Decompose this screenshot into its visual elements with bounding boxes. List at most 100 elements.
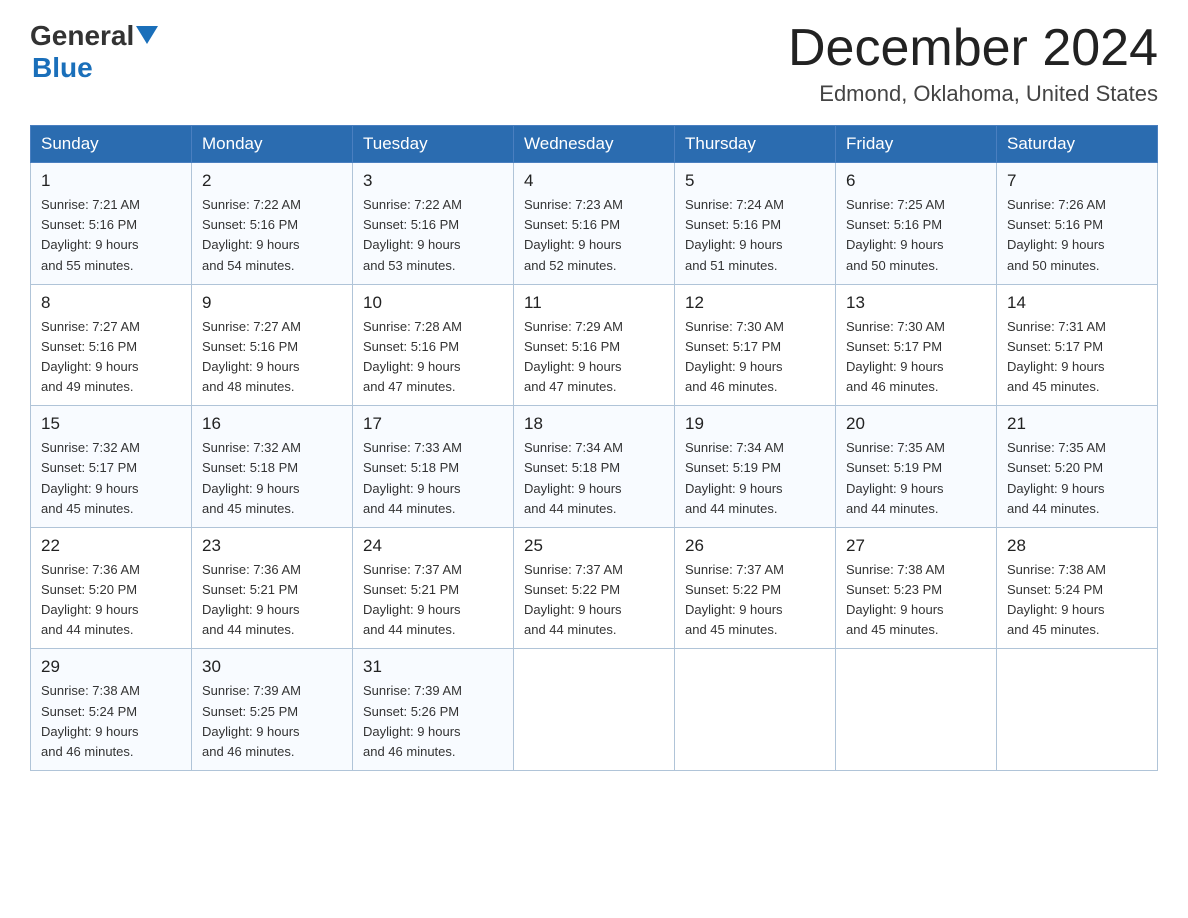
sunset-label: Sunset: 5:19 PM [846,460,942,475]
day-number: 19 [685,414,825,434]
table-row: 10 Sunrise: 7:28 AM Sunset: 5:16 PM Dayl… [353,284,514,406]
sunrise-label: Sunrise: 7:36 AM [41,562,140,577]
daylight-minutes: and 55 minutes. [41,258,134,273]
day-number: 2 [202,171,342,191]
day-info: Sunrise: 7:37 AM Sunset: 5:21 PM Dayligh… [363,560,503,641]
daylight-minutes: and 45 minutes. [202,501,295,516]
daylight-label: Daylight: 9 hours [1007,237,1105,252]
day-number: 30 [202,657,342,677]
day-info: Sunrise: 7:38 AM Sunset: 5:23 PM Dayligh… [846,560,986,641]
page-header: General Blue December 2024 Edmond, Oklah… [30,20,1158,107]
daylight-minutes: and 46 minutes. [685,379,778,394]
daylight-minutes: and 45 minutes. [685,622,778,637]
sunset-label: Sunset: 5:16 PM [363,339,459,354]
sunset-label: Sunset: 5:17 PM [685,339,781,354]
sunset-label: Sunset: 5:21 PM [202,582,298,597]
sunrise-label: Sunrise: 7:23 AM [524,197,623,212]
daylight-minutes: and 46 minutes. [41,744,134,759]
sunset-label: Sunset: 5:16 PM [846,217,942,232]
sunset-label: Sunset: 5:18 PM [363,460,459,475]
daylight-label: Daylight: 9 hours [1007,602,1105,617]
table-row: 16 Sunrise: 7:32 AM Sunset: 5:18 PM Dayl… [192,406,353,528]
daylight-minutes: and 45 minutes. [846,622,939,637]
sunset-label: Sunset: 5:16 PM [202,339,298,354]
daylight-minutes: and 44 minutes. [685,501,778,516]
daylight-minutes: and 44 minutes. [524,622,617,637]
day-number: 28 [1007,536,1147,556]
sunrise-label: Sunrise: 7:22 AM [363,197,462,212]
sunrise-label: Sunrise: 7:35 AM [846,440,945,455]
sunrise-label: Sunrise: 7:29 AM [524,319,623,334]
table-row: 22 Sunrise: 7:36 AM Sunset: 5:20 PM Dayl… [31,527,192,649]
sunrise-label: Sunrise: 7:32 AM [41,440,140,455]
month-title: December 2024 [788,20,1158,77]
daylight-label: Daylight: 9 hours [685,602,783,617]
day-number: 9 [202,293,342,313]
daylight-minutes: and 53 minutes. [363,258,456,273]
day-number: 21 [1007,414,1147,434]
col-sunday: Sunday [31,126,192,163]
sunset-label: Sunset: 5:25 PM [202,704,298,719]
day-number: 13 [846,293,986,313]
sunset-label: Sunset: 5:21 PM [363,582,459,597]
sunrise-label: Sunrise: 7:28 AM [363,319,462,334]
logo-general-text: General [30,20,134,52]
daylight-minutes: and 50 minutes. [1007,258,1100,273]
daylight-label: Daylight: 9 hours [846,359,944,374]
day-number: 8 [41,293,181,313]
daylight-minutes: and 45 minutes. [41,501,134,516]
day-number: 20 [846,414,986,434]
table-row: 27 Sunrise: 7:38 AM Sunset: 5:23 PM Dayl… [836,527,997,649]
sunrise-label: Sunrise: 7:37 AM [363,562,462,577]
table-row: 12 Sunrise: 7:30 AM Sunset: 5:17 PM Dayl… [675,284,836,406]
daylight-label: Daylight: 9 hours [41,237,139,252]
daylight-label: Daylight: 9 hours [524,481,622,496]
daylight-label: Daylight: 9 hours [41,724,139,739]
calendar-week-row: 29 Sunrise: 7:38 AM Sunset: 5:24 PM Dayl… [31,649,1158,771]
table-row: 9 Sunrise: 7:27 AM Sunset: 5:16 PM Dayli… [192,284,353,406]
sunset-label: Sunset: 5:20 PM [41,582,137,597]
table-row [675,649,836,771]
day-number: 22 [41,536,181,556]
daylight-label: Daylight: 9 hours [363,237,461,252]
daylight-label: Daylight: 9 hours [524,237,622,252]
day-info: Sunrise: 7:29 AM Sunset: 5:16 PM Dayligh… [524,317,664,398]
daylight-label: Daylight: 9 hours [685,237,783,252]
daylight-minutes: and 47 minutes. [363,379,456,394]
calendar-table: Sunday Monday Tuesday Wednesday Thursday… [30,125,1158,771]
day-info: Sunrise: 7:39 AM Sunset: 5:26 PM Dayligh… [363,681,503,762]
calendar-week-row: 1 Sunrise: 7:21 AM Sunset: 5:16 PM Dayli… [31,163,1158,285]
sunrise-label: Sunrise: 7:34 AM [685,440,784,455]
sunrise-label: Sunrise: 7:26 AM [1007,197,1106,212]
day-info: Sunrise: 7:35 AM Sunset: 5:19 PM Dayligh… [846,438,986,519]
sunset-label: Sunset: 5:18 PM [202,460,298,475]
day-info: Sunrise: 7:25 AM Sunset: 5:16 PM Dayligh… [846,195,986,276]
daylight-minutes: and 47 minutes. [524,379,617,394]
table-row: 8 Sunrise: 7:27 AM Sunset: 5:16 PM Dayli… [31,284,192,406]
calendar-week-row: 15 Sunrise: 7:32 AM Sunset: 5:17 PM Dayl… [31,406,1158,528]
calendar-week-row: 8 Sunrise: 7:27 AM Sunset: 5:16 PM Dayli… [31,284,1158,406]
day-number: 11 [524,293,664,313]
sunset-label: Sunset: 5:16 PM [41,217,137,232]
day-number: 17 [363,414,503,434]
daylight-label: Daylight: 9 hours [524,602,622,617]
daylight-label: Daylight: 9 hours [363,724,461,739]
table-row: 7 Sunrise: 7:26 AM Sunset: 5:16 PM Dayli… [997,163,1158,285]
daylight-label: Daylight: 9 hours [1007,359,1105,374]
table-row: 29 Sunrise: 7:38 AM Sunset: 5:24 PM Dayl… [31,649,192,771]
sunrise-label: Sunrise: 7:31 AM [1007,319,1106,334]
daylight-minutes: and 52 minutes. [524,258,617,273]
table-row [514,649,675,771]
daylight-minutes: and 45 minutes. [1007,379,1100,394]
logo: General Blue [30,20,158,84]
daylight-minutes: and 44 minutes. [363,622,456,637]
col-tuesday: Tuesday [353,126,514,163]
day-info: Sunrise: 7:38 AM Sunset: 5:24 PM Dayligh… [1007,560,1147,641]
daylight-minutes: and 48 minutes. [202,379,295,394]
day-info: Sunrise: 7:21 AM Sunset: 5:16 PM Dayligh… [41,195,181,276]
daylight-minutes: and 50 minutes. [846,258,939,273]
sunset-label: Sunset: 5:22 PM [685,582,781,597]
table-row: 17 Sunrise: 7:33 AM Sunset: 5:18 PM Dayl… [353,406,514,528]
daylight-label: Daylight: 9 hours [202,237,300,252]
col-wednesday: Wednesday [514,126,675,163]
